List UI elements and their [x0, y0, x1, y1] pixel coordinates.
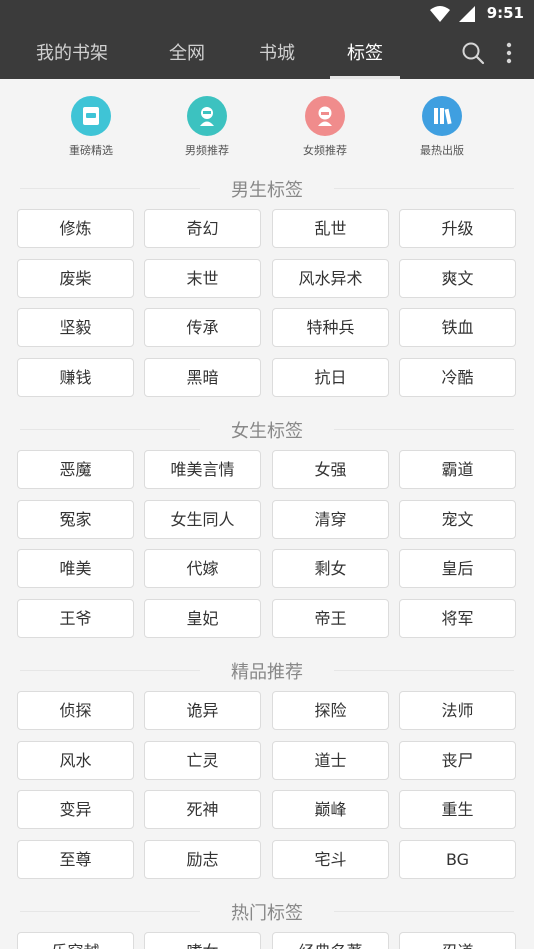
tag-button[interactable]: BG — [399, 840, 516, 879]
tag-button[interactable]: 经典名著 — [272, 932, 389, 949]
tag-button[interactable]: 爽文 — [399, 259, 516, 298]
tag-button[interactable]: 重生 — [399, 790, 516, 829]
tag-button[interactable]: 铁血 — [399, 308, 516, 347]
section-title-male: 男生标签 — [0, 176, 534, 202]
tag-button[interactable]: 将军 — [399, 599, 516, 638]
tag-button[interactable]: 侦探 — [17, 691, 134, 730]
featured-book-icon — [71, 96, 111, 136]
tab-tags[interactable]: 标签 — [330, 28, 400, 79]
books-icon — [422, 96, 462, 136]
tag-button[interactable]: 探险 — [272, 691, 389, 730]
tag-button[interactable]: 风水 — [17, 741, 134, 780]
quick-link-label: 最热出版 — [420, 144, 464, 157]
tag-button[interactable]: 乐穿越 — [17, 932, 134, 949]
tab-whole-web[interactable]: 全网 — [152, 28, 222, 79]
tag-button[interactable]: 励志 — [144, 840, 261, 879]
tag-button[interactable]: 王爷 — [17, 599, 134, 638]
tag-button[interactable]: 赚钱 — [17, 358, 134, 397]
tag-button[interactable]: 恶魔 — [17, 450, 134, 489]
tag-button[interactable]: 亡灵 — [144, 741, 261, 780]
status-icons — [430, 5, 476, 23]
quick-link-label: 女频推荐 — [303, 144, 347, 157]
female-reader-icon — [305, 96, 345, 136]
quick-link-male[interactable]: 男频推荐 — [162, 96, 252, 158]
tag-button[interactable]: 末世 — [144, 259, 261, 298]
quick-link-featured[interactable]: 重磅精选 — [46, 96, 136, 158]
tag-button[interactable]: 冷酷 — [399, 358, 516, 397]
tag-button[interactable]: 黑暗 — [144, 358, 261, 397]
tag-button[interactable]: 抗日 — [272, 358, 389, 397]
tag-button[interactable]: 唯美 — [17, 549, 134, 588]
section-title-hot: 热门标签 — [0, 899, 534, 925]
tag-button[interactable]: 皇妃 — [144, 599, 261, 638]
tag-button[interactable]: 宅斗 — [272, 840, 389, 879]
tag-button[interactable]: 变异 — [17, 790, 134, 829]
quick-link-hot-publish[interactable]: 最热出版 — [397, 96, 487, 158]
tags-page: 重磅精选 男频推荐 女频推荐 最热出版 男生标签 女生标签 精品推荐 热门标签 … — [0, 79, 534, 949]
quick-link-label: 男频推荐 — [185, 144, 229, 157]
tag-button[interactable]: 冤家 — [17, 500, 134, 539]
tag-button[interactable]: 嗜女 — [144, 932, 261, 949]
tag-button[interactable]: 乱世 — [272, 209, 389, 248]
tag-button[interactable]: 至尊 — [17, 840, 134, 879]
quick-link-female[interactable]: 女频推荐 — [280, 96, 370, 158]
tab-bookstore[interactable]: 书城 — [242, 28, 312, 79]
tag-button[interactable]: 女强 — [272, 450, 389, 489]
tab-bookshelf[interactable]: 我的书架 — [20, 28, 124, 79]
signal-icon — [459, 6, 475, 22]
tag-button[interactable]: 女生同人 — [144, 500, 261, 539]
tag-button[interactable]: 唯美言情 — [144, 450, 261, 489]
tag-button[interactable]: 道士 — [272, 741, 389, 780]
tag-button[interactable]: 宠文 — [399, 500, 516, 539]
tag-button[interactable]: 升级 — [399, 209, 516, 248]
tag-button[interactable]: 坚毅 — [17, 308, 134, 347]
quick-link-label: 重磅精选 — [69, 144, 113, 157]
tag-button[interactable]: 帝王 — [272, 599, 389, 638]
male-reader-icon — [187, 96, 227, 136]
status-bar: 9:51 — [0, 0, 534, 28]
tag-button[interactable]: 剩女 — [272, 549, 389, 588]
tag-button[interactable]: 代嫁 — [144, 549, 261, 588]
tag-button[interactable]: 诡异 — [144, 691, 261, 730]
tag-button[interactable]: 巅峰 — [272, 790, 389, 829]
tag-button[interactable]: 忍道 — [399, 932, 516, 949]
status-time: 9:51 — [486, 4, 524, 22]
section-title-female: 女生标签 — [0, 417, 534, 443]
tag-button[interactable]: 丧尸 — [399, 741, 516, 780]
tag-button[interactable]: 死神 — [144, 790, 261, 829]
tag-button[interactable]: 法师 — [399, 691, 516, 730]
wifi-icon — [430, 6, 450, 22]
app-bar: 我的书架 全网 书城 标签 — [0, 28, 534, 79]
tag-button[interactable]: 废柴 — [17, 259, 134, 298]
tag-button[interactable]: 修炼 — [17, 209, 134, 248]
more-options-icon[interactable] — [506, 42, 512, 64]
tag-button[interactable]: 皇后 — [399, 549, 516, 588]
tag-button[interactable]: 传承 — [144, 308, 261, 347]
tag-button[interactable]: 奇幻 — [144, 209, 261, 248]
tag-button[interactable]: 风水异术 — [272, 259, 389, 298]
section-title-premium: 精品推荐 — [0, 658, 534, 684]
tag-button[interactable]: 霸道 — [399, 450, 516, 489]
search-icon[interactable] — [461, 41, 485, 65]
tag-button[interactable]: 特种兵 — [272, 308, 389, 347]
tag-button[interactable]: 清穿 — [272, 500, 389, 539]
